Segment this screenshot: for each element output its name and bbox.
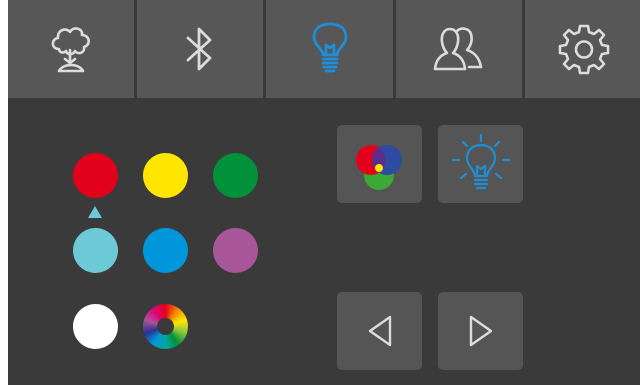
cloud-tree-icon <box>51 27 90 73</box>
color-swatch-white[interactable] <box>73 304 118 349</box>
next-button[interactable] <box>438 292 523 370</box>
next-arrow-icon <box>469 315 492 347</box>
rgb-mix-icon <box>355 145 402 190</box>
previous-button[interactable] <box>337 292 422 370</box>
color-wheel-center <box>157 318 174 335</box>
light-bulb-glow-icon <box>451 133 510 190</box>
previous-arrow-icon <box>368 315 391 347</box>
color-swatch-yellow[interactable] <box>143 153 188 198</box>
bluetooth-icon <box>186 27 212 71</box>
tab-weather[interactable] <box>8 0 134 98</box>
color-swatch-blue[interactable] <box>143 228 188 273</box>
settings-gear-icon <box>558 24 610 75</box>
left-edge-bar <box>0 0 8 385</box>
rgb-mode-button[interactable] <box>337 125 422 203</box>
tab-lighting[interactable] <box>266 0 393 98</box>
selected-color-indicator <box>88 206 102 218</box>
lighting-control-screen <box>0 0 640 385</box>
tab-bluetooth[interactable] <box>137 0 263 98</box>
top-tab-bar <box>8 0 640 98</box>
light-bulb-icon <box>312 22 347 73</box>
color-swatch-green[interactable] <box>213 153 258 198</box>
color-swatch-purple[interactable] <box>213 228 258 273</box>
tab-users[interactable] <box>396 0 522 98</box>
color-swatch-cyan[interactable] <box>73 228 118 273</box>
white-light-mode-button[interactable] <box>438 125 523 203</box>
tab-settings[interactable] <box>525 0 640 98</box>
color-wheel-button[interactable] <box>143 304 188 349</box>
users-icon <box>433 27 483 71</box>
color-swatch-red[interactable] <box>73 153 118 198</box>
